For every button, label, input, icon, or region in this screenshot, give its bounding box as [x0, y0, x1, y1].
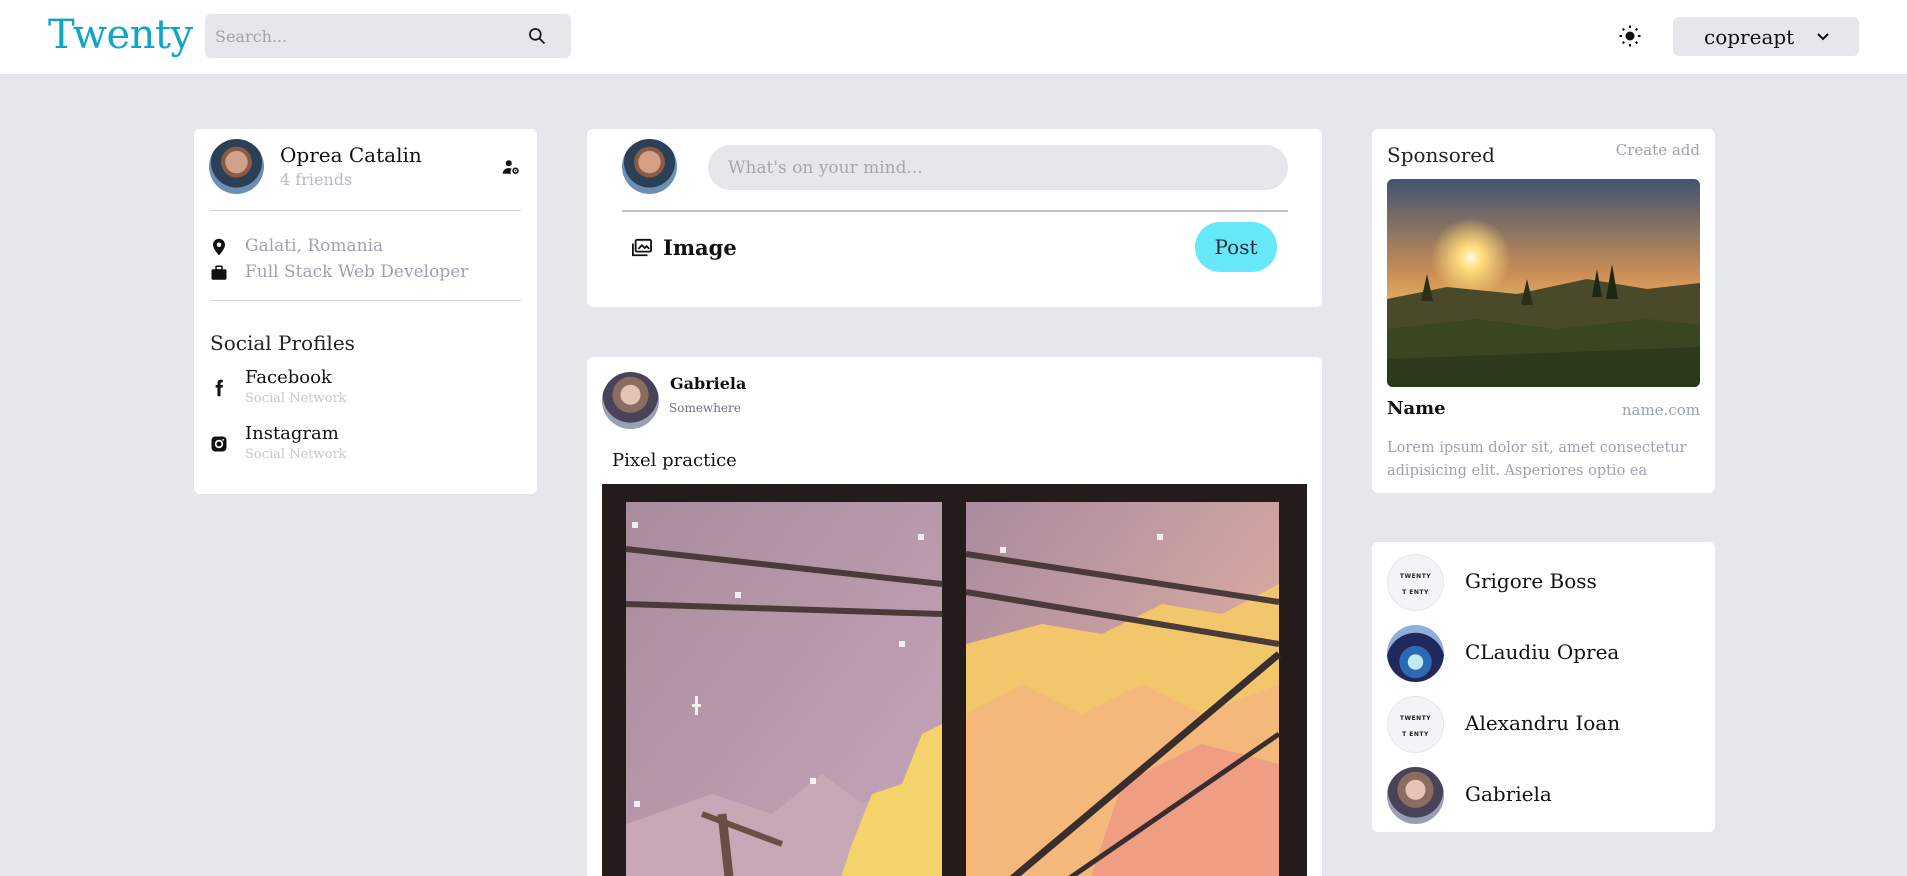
social-name: Facebook — [245, 367, 332, 388]
friend-avatar: TWENTY T ENTY — [1387, 554, 1444, 611]
social-facebook[interactable]: Facebook Social Network — [210, 367, 510, 409]
profile-avatar[interactable] — [209, 139, 264, 194]
image-label: Image — [663, 235, 737, 260]
pixel-art-image — [625, 484, 1282, 876]
create-ad-link[interactable]: Create add — [1616, 141, 1700, 159]
social-name: Instagram — [245, 423, 339, 444]
social-sub: Social Network — [245, 447, 347, 462]
social-instagram[interactable]: Instagram Social Network — [210, 423, 510, 465]
status-input[interactable] — [708, 145, 1288, 190]
social-profiles-heading: Social Profiles — [210, 331, 355, 355]
facebook-icon — [215, 379, 223, 397]
divider — [210, 210, 521, 211]
friends-count: 4 friends — [280, 170, 353, 189]
profile-name[interactable]: Oprea Catalin — [280, 143, 422, 167]
friend-name: Gabriela — [1465, 782, 1552, 806]
friend-item[interactable]: Gabriela — [1387, 767, 1707, 825]
user-menu-dropdown[interactable]: copreapt — [1673, 17, 1859, 56]
username-label: copreapt — [1704, 25, 1795, 49]
friend-item[interactable]: CLaudiu Oprea — [1387, 625, 1707, 683]
post-image[interactable] — [602, 484, 1307, 876]
friend-name: Alexandru Ioan — [1465, 711, 1621, 735]
image-icon — [632, 238, 652, 257]
divider — [210, 300, 521, 301]
composer-avatar — [622, 139, 677, 194]
divider — [622, 210, 1288, 212]
friend-name: Grigore Boss — [1465, 569, 1597, 593]
instagram-icon — [211, 436, 227, 452]
friend-item[interactable]: TWENTY T ENTY Alexandru Ioan — [1387, 696, 1707, 754]
post-author-avatar[interactable] — [602, 372, 659, 429]
occupation-text: Full Stack Web Developer — [245, 262, 469, 282]
ad-image[interactable] — [1387, 179, 1700, 387]
feed-post: Gabriela Somewhere Pixel practice — [587, 357, 1322, 876]
post-composer: Image Post — [587, 129, 1322, 307]
friend-avatar: TWENTY T ENTY — [1387, 696, 1444, 753]
ad-url[interactable]: name.com — [1622, 401, 1700, 419]
sponsored-card: Sponsored Create add Name name.com Lorem — [1372, 129, 1715, 493]
profile-card: Oprea Catalin 4 friends Galati, Romania … — [194, 129, 537, 494]
top-navbar: Twenty copreapt — [0, 0, 1907, 74]
ad-description: Lorem ipsum dolor sit, amet consectetur … — [1387, 440, 1687, 479]
map-pin-icon — [213, 238, 225, 256]
post-location: Somewhere — [669, 401, 741, 415]
friend-item[interactable]: TWENTY T ENTY Grigore Boss — [1387, 554, 1707, 612]
location-text: Galati, Romania — [245, 236, 384, 256]
search-bar — [205, 14, 571, 58]
app-logo[interactable]: Twenty — [48, 12, 193, 58]
friends-list: TWENTY T ENTY Grigore Boss CLaudiu Oprea … — [1372, 542, 1715, 832]
briefcase-icon — [211, 265, 227, 280]
post-button[interactable]: Post — [1195, 222, 1277, 272]
sponsored-heading: Sponsored — [1387, 143, 1495, 167]
friend-avatar — [1387, 767, 1444, 824]
user-settings-icon[interactable] — [502, 158, 520, 176]
sun-icon[interactable] — [1618, 24, 1642, 48]
social-sub: Social Network — [245, 391, 347, 406]
friend-name: CLaudiu Oprea — [1465, 640, 1620, 664]
post-author-name[interactable]: Gabriela — [670, 374, 746, 393]
add-image-button[interactable]: Image — [631, 234, 751, 264]
ad-name[interactable]: Name — [1387, 398, 1446, 419]
chevron-down-icon — [1817, 33, 1829, 41]
post-caption: Pixel practice — [612, 450, 737, 471]
sunset-landscape-image — [1387, 179, 1700, 387]
search-icon[interactable] — [527, 26, 547, 46]
friend-avatar — [1387, 625, 1444, 682]
search-input[interactable] — [215, 22, 515, 50]
